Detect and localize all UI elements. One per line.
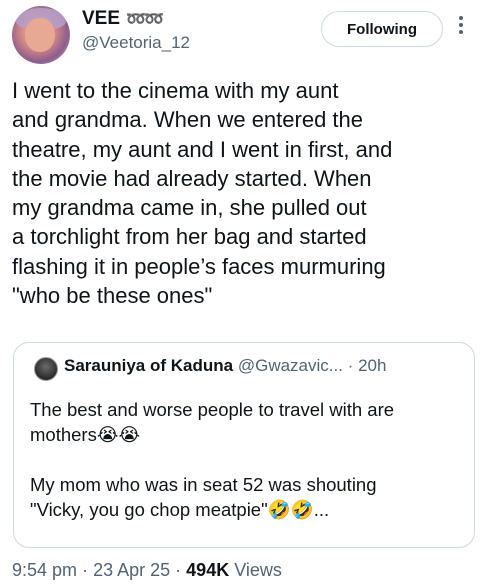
tweet-time[interactable]: 9:54 pm: [12, 560, 77, 580]
tweet-date[interactable]: 23 Apr 25: [93, 560, 170, 580]
meta-separator: ·: [175, 560, 182, 580]
author-avatar[interactable]: [12, 6, 70, 64]
author-name-row[interactable]: VEE ➿➿: [82, 8, 164, 30]
following-button[interactable]: Following: [321, 11, 443, 47]
tweet-header: VEE ➿➿ @Veetoria_12 Following: [0, 0, 484, 72]
quoted-author-name: Sarauniya of Kaduna: [64, 356, 234, 375]
author-display-name[interactable]: VEE: [82, 8, 120, 30]
name-emoji: ➿➿: [126, 11, 164, 28]
quoted-tweet-text: The best and worse people to travel with…: [30, 399, 395, 520]
tweet-text: I went to the cinema with my aunt and gr…: [12, 78, 393, 309]
meta-separator: ·: [82, 560, 89, 580]
quoted-tweet-time: · 20h: [347, 356, 387, 375]
avatar-face: [25, 18, 55, 52]
quoted-tweet-card[interactable]: Sarauniya of Kaduna @Gwazavic... · 20h T…: [13, 342, 475, 548]
quoted-author-avatar: [34, 357, 58, 381]
author-handle[interactable]: @Veetoria_12: [82, 33, 190, 53]
quoted-author-handle: @Gwazavic...: [237, 356, 343, 375]
more-options-icon[interactable]: [458, 16, 464, 38]
quoted-tweet-header: Sarauniya of Kaduna @Gwazavic... · 20h: [64, 356, 386, 376]
views-count: 494K: [186, 560, 230, 580]
views-label: Views: [234, 560, 282, 580]
tweet-meta: 9:54 pm · 23 Apr 25 · 494K Views: [12, 560, 282, 581]
